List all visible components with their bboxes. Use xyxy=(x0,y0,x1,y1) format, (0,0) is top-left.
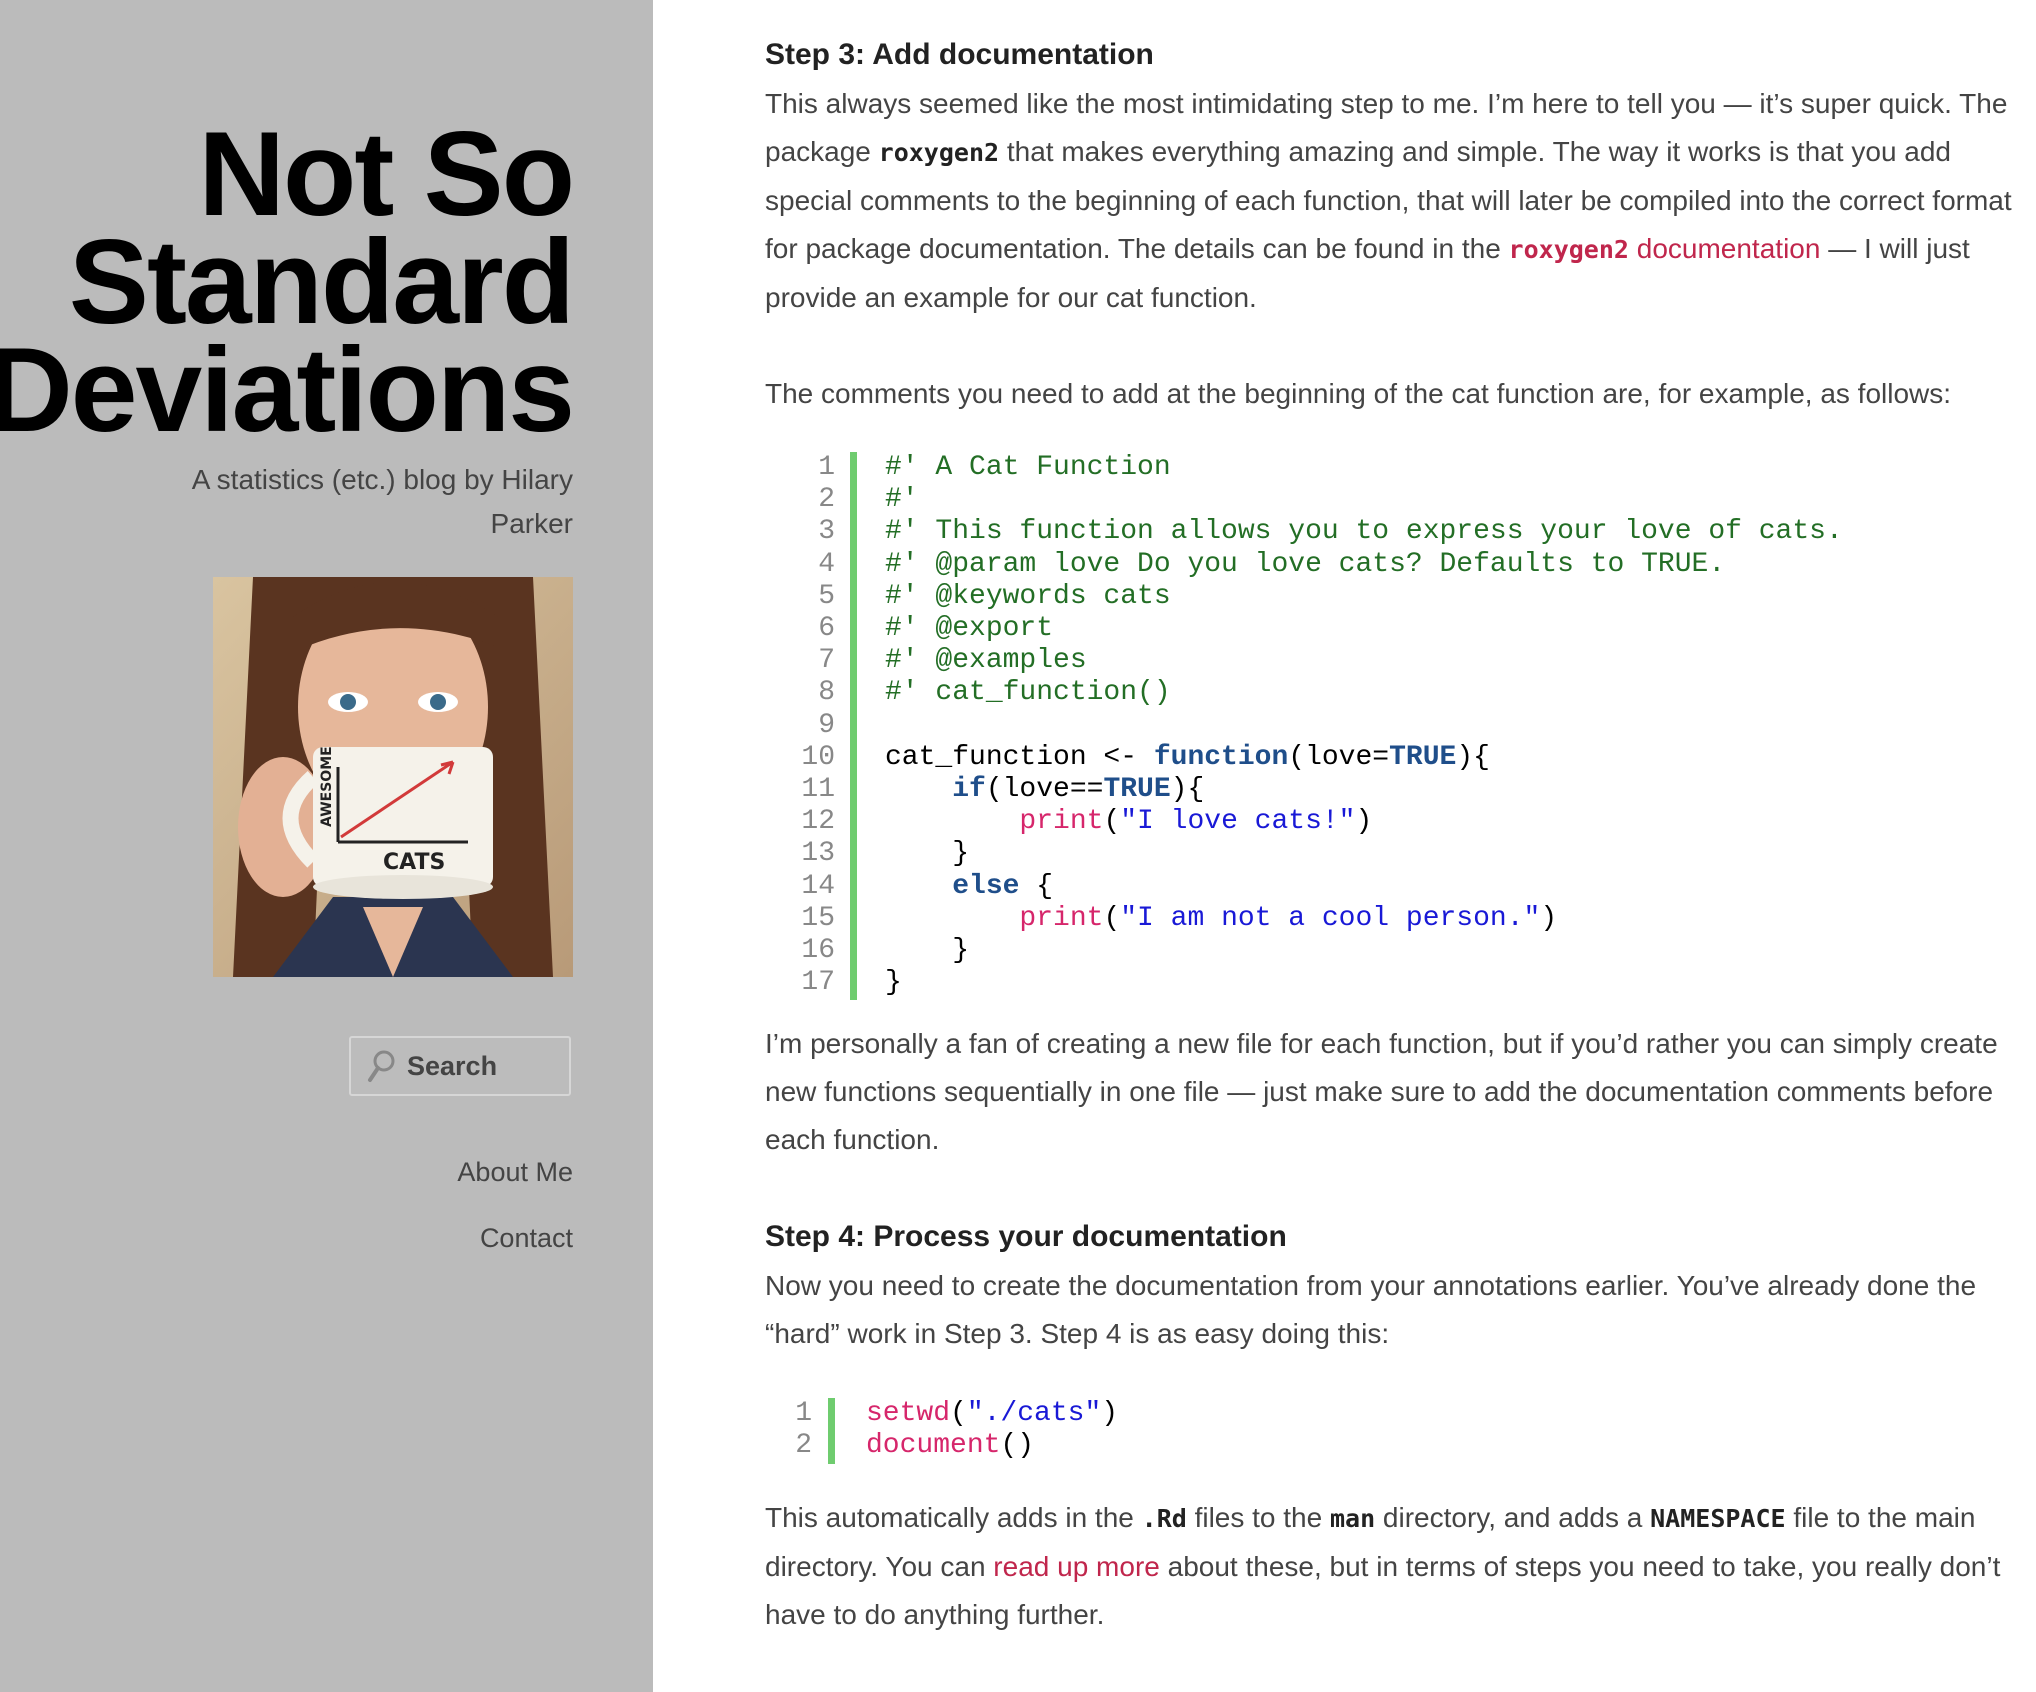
line-number: 13 xyxy=(801,838,835,870)
line-number: 3 xyxy=(818,516,835,548)
mug-y-label: AWESOME xyxy=(319,746,335,827)
code-gutter-bar xyxy=(850,452,857,1000)
link-text[interactable]: documentation xyxy=(1629,233,1821,264)
code-block-document: 12 setwd("./cats") document() xyxy=(765,1398,2015,1464)
inline-code-roxygen2: roxygen2 xyxy=(878,138,1000,167)
code-line: #' @export xyxy=(885,613,1054,645)
code-line: document() xyxy=(866,1430,1035,1462)
text: directory, and adds a xyxy=(1375,1502,1651,1533)
code-block-cat-function: 1 2 3 4 5 6 7 8 9 10 11 12 13 14 15 16 17 #' A Cat Funct… xyxy=(765,452,2015,1000)
line-number: 15 xyxy=(801,902,835,934)
inline-code-rd: .Rd xyxy=(1141,1504,1187,1533)
line-number: 4 xyxy=(818,548,835,580)
inline-code-man: man xyxy=(1329,1504,1376,1533)
code-gutter-bar xyxy=(828,1398,835,1464)
step3-paragraph-3: I’m personally a fan of creating a new f… xyxy=(765,1028,1998,1155)
code-line: #' This function allows you to express y… xyxy=(885,516,1843,548)
line-number: 14 xyxy=(801,870,835,902)
text: This automatically adds in the xyxy=(765,1502,1142,1533)
code-line: } xyxy=(885,935,970,967)
code-line: #' cat_function() xyxy=(885,677,1171,709)
code-line: #' xyxy=(885,484,919,516)
code-line: cat_function <- function(love=TRUE){ xyxy=(885,741,1490,773)
site-title-line-2[interactable]: Standard xyxy=(0,222,575,342)
step3-heading: Step 3: Add documentation xyxy=(765,38,1154,71)
code-lines: setwd("./cats") document() xyxy=(866,1398,1135,1462)
line-number: 2 xyxy=(818,484,835,516)
line-number: 9 xyxy=(818,709,835,741)
article-body: Step 3: Add documentation This always se… xyxy=(765,30,2015,1639)
line-number: 11 xyxy=(801,774,835,806)
author-photo-illustration: AWESOME CATS xyxy=(213,577,573,977)
inline-code-namespace: NAMESPACE xyxy=(1650,1504,1786,1533)
line-numbers: 12 xyxy=(765,1398,812,1462)
nav-contact[interactable]: Contact xyxy=(457,1216,573,1260)
step3-paragraph-1: This always seemed like the most intimid… xyxy=(765,80,2015,322)
line-number: 17 xyxy=(801,967,835,999)
line-number: 10 xyxy=(801,741,835,773)
read-up-more-link[interactable]: read up more xyxy=(993,1551,1160,1582)
search-icon xyxy=(368,1050,395,1082)
mug-x-label: CATS xyxy=(383,850,445,875)
roxygen2-documentation-link[interactable]: roxygen2 documentation xyxy=(1509,233,1821,264)
line-number: 1 xyxy=(795,1398,812,1429)
line-number: 16 xyxy=(801,935,835,967)
sidebar: Not So Standard Deviations A statistics … xyxy=(0,0,653,1692)
code-line: #' @param love Do you love cats? Default… xyxy=(885,548,1726,580)
step3-paragraph-2: The comments you need to add at the begi… xyxy=(765,378,1952,409)
site-tagline: A statistics (etc.) blog by Hilary Parke… xyxy=(191,464,573,539)
line-number: 8 xyxy=(818,677,835,709)
step4-paragraph-1: Now you need to create the documentation… xyxy=(765,1270,1977,1349)
site-title-line-1[interactable]: Not So xyxy=(0,114,575,234)
code-line: #' @keywords cats xyxy=(885,580,1171,612)
code-line: #' @examples xyxy=(885,645,1087,677)
text: files to the xyxy=(1186,1502,1330,1533)
code-line: print("I am not a cool person.") xyxy=(1019,902,1558,934)
line-number: 2 xyxy=(795,1430,812,1462)
line-number: 5 xyxy=(818,580,835,612)
search-box[interactable] xyxy=(349,1036,571,1096)
step4-paragraph-2: This automatically adds in the .Rd files… xyxy=(765,1494,2015,1639)
step4-heading: Step 4: Process your documentation xyxy=(765,1220,1287,1253)
line-number: 6 xyxy=(818,613,835,645)
code-line: setwd("./cats") xyxy=(866,1398,1119,1429)
line-number: 12 xyxy=(801,806,835,838)
line-numbers: 1 2 3 4 5 6 7 8 9 10 11 12 13 14 15 16 17 xyxy=(765,452,835,999)
line-number: 7 xyxy=(818,645,835,677)
link-code[interactable]: roxygen2 xyxy=(1509,235,1629,264)
line-number: 1 xyxy=(818,452,835,483)
code-line: print("I love cats!") xyxy=(1019,806,1373,838)
site-title-line-3[interactable]: Deviations xyxy=(0,330,575,450)
author-photo: AWESOME CATS xyxy=(213,577,573,977)
nav-about-me[interactable]: About Me xyxy=(457,1150,573,1194)
code-line: if(love==TRUE){ xyxy=(952,774,1205,806)
code-lines: #' A Cat Function #' #' This function al… xyxy=(885,452,1860,999)
search-input[interactable] xyxy=(405,1049,559,1083)
code-line: } xyxy=(885,967,902,999)
code-line: else { xyxy=(952,870,1054,902)
site-title[interactable]: Not So Standard Deviations xyxy=(0,114,575,450)
sidebar-nav: About Me Contact xyxy=(457,1150,573,1282)
code-line: #' A Cat Function xyxy=(885,452,1171,483)
code-line: } xyxy=(885,838,970,870)
